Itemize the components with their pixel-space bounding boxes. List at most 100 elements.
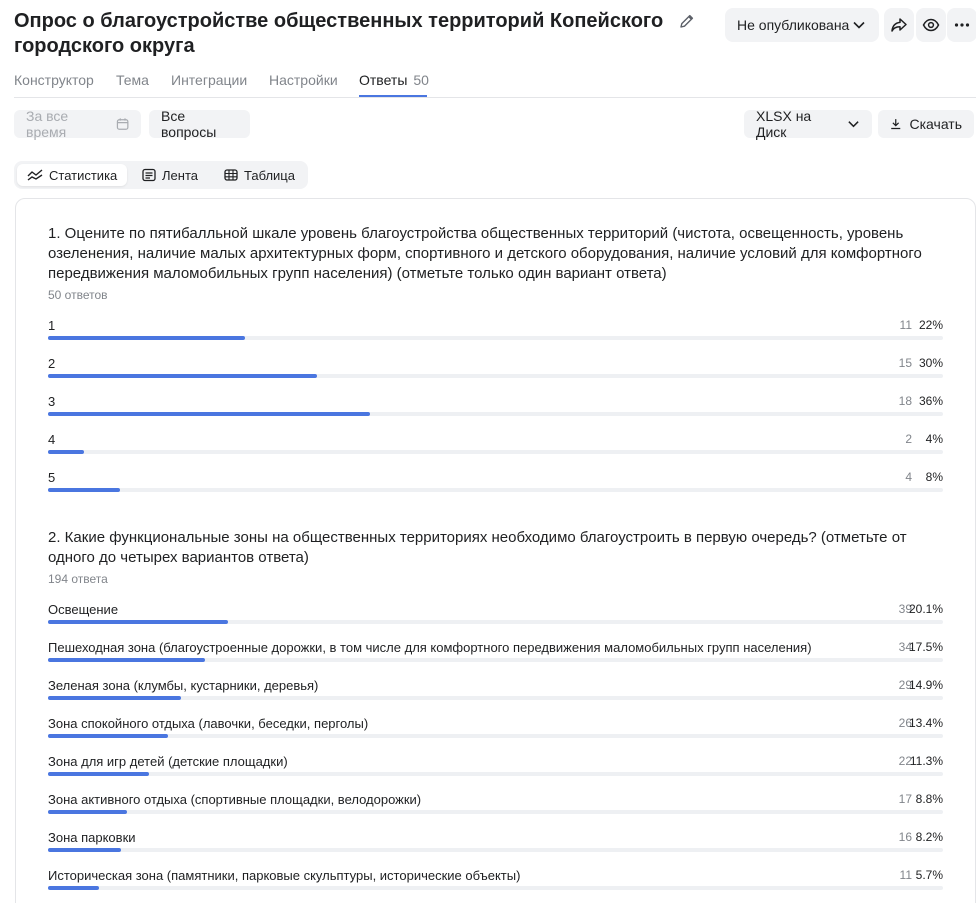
option-bar-fill [48,886,99,890]
option-percent: 4% [925,432,943,446]
option-bar-track [48,412,943,416]
option-percent: 11.3% [909,754,943,768]
question-title: 1. Оцените по пятибалльной шкале уровень… [48,225,922,282]
option-bar-fill [48,336,245,340]
option-percent: 17.5% [908,640,943,654]
option-count: 11 [899,318,912,332]
view-feed-button[interactable]: Лента [132,164,212,186]
feed-list-icon [142,168,156,182]
option-bar-fill [48,696,182,700]
option-label: Освещение [48,602,119,617]
option-bar-fill [48,374,317,378]
option-percent: 14.9% [908,678,943,692]
option-bar-fill [48,620,228,624]
option-label: 3 [48,394,56,409]
option-bar-track [48,772,943,776]
more-dots-icon [954,23,970,27]
tab-answers-count: 50 [413,72,429,88]
tab-constructor[interactable]: Конструктор [14,72,94,88]
option-label: Историческая зона (памятники, парковые с… [48,868,521,883]
option-label: 1 [48,318,56,333]
option-count: 17 [898,792,912,806]
view-feed-label: Лента [162,167,198,183]
answer-option-row: Зона парковки 16 8.2% [48,830,943,854]
answer-option-row: 1 11 22% [48,318,943,342]
download-label: Скачать [909,116,963,132]
tab-answers-label: Ответы [359,72,408,88]
option-bar-fill [48,810,127,814]
option-count: 4 [905,470,912,484]
question-title: 2. Какие функциональные зоны на обществе… [48,529,907,566]
calendar-icon [116,118,129,130]
download-icon [891,119,901,130]
option-bar-fill [48,658,205,662]
stats-chart-icon [27,169,43,181]
answer-option-row: Пешеходная зона (благоустроенные дорожки… [48,640,943,664]
chevron-down-icon [848,121,859,128]
tab-settings[interactable]: Настройки [269,72,338,88]
answer-option-row: Зона для игр детей (детские площадки) 22… [48,754,943,778]
option-label: Зеленая зона (клумбы, кустарники, деревь… [48,678,319,693]
table-grid-icon [224,169,238,181]
option-bar-track [48,848,943,852]
share-button[interactable] [884,8,914,42]
answer-option-row: 4 2 4% [48,432,943,456]
tab-integrations[interactable]: Интеграции [171,72,247,88]
option-percent: 5.7% [915,868,943,882]
option-percent: 8.2% [915,830,943,844]
share-icon [891,18,907,32]
answer-option-row: 3 18 36% [48,394,943,418]
option-bar-fill [48,412,371,416]
option-bar-fill [48,488,120,492]
active-tab-indicator [359,95,427,97]
tab-theme[interactable]: Тема [116,72,149,88]
option-bar-track [48,696,943,700]
date-filter-button[interactable]: За все время [14,108,141,140]
preview-button[interactable] [916,8,946,42]
option-bar-track [48,810,943,814]
page-title: Опрос о благоустройстве общественных тер… [14,10,664,57]
option-bar-track [48,658,943,662]
view-switcher: Статистика Лента Таблица [14,161,308,189]
option-label: Зона активного отдыха (спортивные площад… [48,792,422,807]
pencil-icon[interactable] [678,12,698,32]
option-count: 2 [905,432,912,446]
questions-filter-button[interactable]: Все вопросы [149,108,250,140]
option-percent: 30% [918,356,943,370]
tab-bar: Конструктор Тема Интеграции Настройки От… [14,66,976,98]
answer-option-row: Историческая зона (памятники, парковые с… [48,868,943,892]
question-answer-count: 194 ответа [48,572,108,586]
option-count: 15 [898,356,912,370]
answer-option-row: Зеленая зона (клумбы, кустарники, деревь… [48,678,943,702]
view-stats-label: Статистика [49,167,118,183]
view-stats-button[interactable]: Статистика [17,164,127,186]
option-percent: 13.4% [908,716,943,730]
option-label: Зона парковки [48,830,136,845]
answer-option-row: Зона спокойного отдыха (лавочки, беседки… [48,716,943,740]
option-label: 2 [48,356,56,371]
export-target-label: XLSX на Диск [756,108,812,140]
answer-option-row: 5 4 8% [48,470,943,494]
option-bar-fill [48,450,84,454]
tab-answers[interactable]: Ответы 50 [359,72,429,88]
view-table-button[interactable]: Таблица [214,164,304,186]
option-label: 4 [48,432,56,447]
option-bar-track [48,734,943,738]
export-target-dropdown[interactable]: XLSX на Диск [744,108,872,140]
publish-status-dropdown[interactable]: Не опубликована [725,8,879,42]
option-percent: 8% [925,470,943,484]
publish-status-label: Не опубликована [737,17,850,33]
download-button[interactable]: Скачать [878,110,974,138]
option-label: Пешеходная зона (благоустроенные дорожки… [48,640,812,655]
option-percent: 36% [918,394,943,408]
option-percent: 22% [918,318,943,332]
option-bar-fill [48,848,122,852]
answer-option-row: Зона активного отдыха (спортивные площад… [48,792,943,816]
option-bar-track [48,450,943,454]
option-bar-track [48,336,943,340]
more-button[interactable] [947,8,976,42]
option-percent: 20.1% [908,602,943,616]
stats-card: 1. Оцените по пятибалльной шкале уровень… [15,198,976,903]
answers-toolbar: За все время Все вопросы XLSX на Диск Ск… [14,108,976,140]
date-filter-label: За все время [26,108,69,140]
